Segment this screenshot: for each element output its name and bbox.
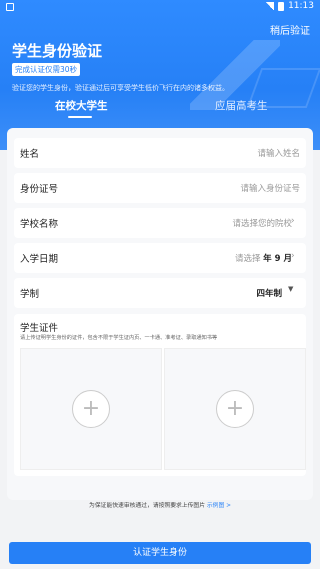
name-field[interactable]: 姓名 请输入姓名 [14,138,306,168]
school-system-field[interactable]: 学制 四年制 ▼ [14,278,306,308]
tab-graduating-student[interactable]: 应届高考生 [215,98,268,113]
enroll-date-field[interactable]: 入学日期 请选择 年 9 月 › [14,243,306,273]
upload-slot-2[interactable]: + [164,348,306,470]
upload-label: 学生证件 [20,323,59,334]
upload-slot-1[interactable]: + [20,348,162,470]
active-tab-indicator [68,116,92,118]
field-label: 学校名称 [20,219,59,230]
footer-note: 为保证能快速审核通过，请按照要求上传图片 示例图 > [89,503,231,509]
tab-college-student[interactable]: 在校大学生 [55,98,108,113]
status-bar: 11:13 [0,0,320,14]
school-system-select[interactable]: 四年制 [256,287,282,299]
page-description: 验证您的学生身份，验证通过后可享受学生低价飞行在内的诸多权益。 [12,84,229,92]
status-time: 11:13 [288,1,314,11]
id-number-input[interactable]: 请输入身份证号 [240,182,300,194]
form-card: 姓名 请输入姓名 身份证号 请输入身份证号 学校名称 请选择您的院校 › 入学日… [7,128,313,500]
time-badge: 完成认证仅需30秒 [12,63,81,76]
submit-button[interactable]: 认证学生身份 [9,542,311,564]
field-label: 姓名 [20,149,40,160]
tab-bar: 在校大学生 应届高考生 [0,98,320,124]
enroll-date-select[interactable]: 请选择 年 9 月 [235,252,292,264]
school-field[interactable]: 学校名称 请选择您的院校 › [14,208,306,238]
student-id-upload-section: 学生证件 请上传证明学生身份的证件，包含不限于学生证内页、一卡通、准考证、录取通… [14,314,306,476]
id-number-field[interactable]: 身份证号 请输入身份证号 [14,173,306,203]
verify-later-link[interactable]: 稍后验证 [270,22,310,37]
plus-icon: + [216,390,254,428]
upload-hint: 请上传证明学生身份的证件，包含不限于学生证内页、一卡通、准考证、录取通知书等 [20,335,218,341]
example-image-link[interactable]: 示例图 > [207,503,231,509]
name-input[interactable]: 请输入姓名 [257,147,300,159]
notification-icon [6,3,14,11]
battery-icon [278,1,285,11]
field-label: 学制 [20,289,40,300]
school-select[interactable]: 请选择您的院校 [232,217,292,229]
plus-icon: + [72,390,110,428]
field-label: 身份证号 [20,184,59,195]
field-label: 入学日期 [20,254,59,265]
page-title: 学生身份验证 [12,42,103,60]
chevron-right-icon: › [291,216,295,226]
signal-icon [265,2,275,10]
dropdown-arrow-icon: ▼ [288,285,294,293]
chevron-right-icon: › [291,251,295,261]
